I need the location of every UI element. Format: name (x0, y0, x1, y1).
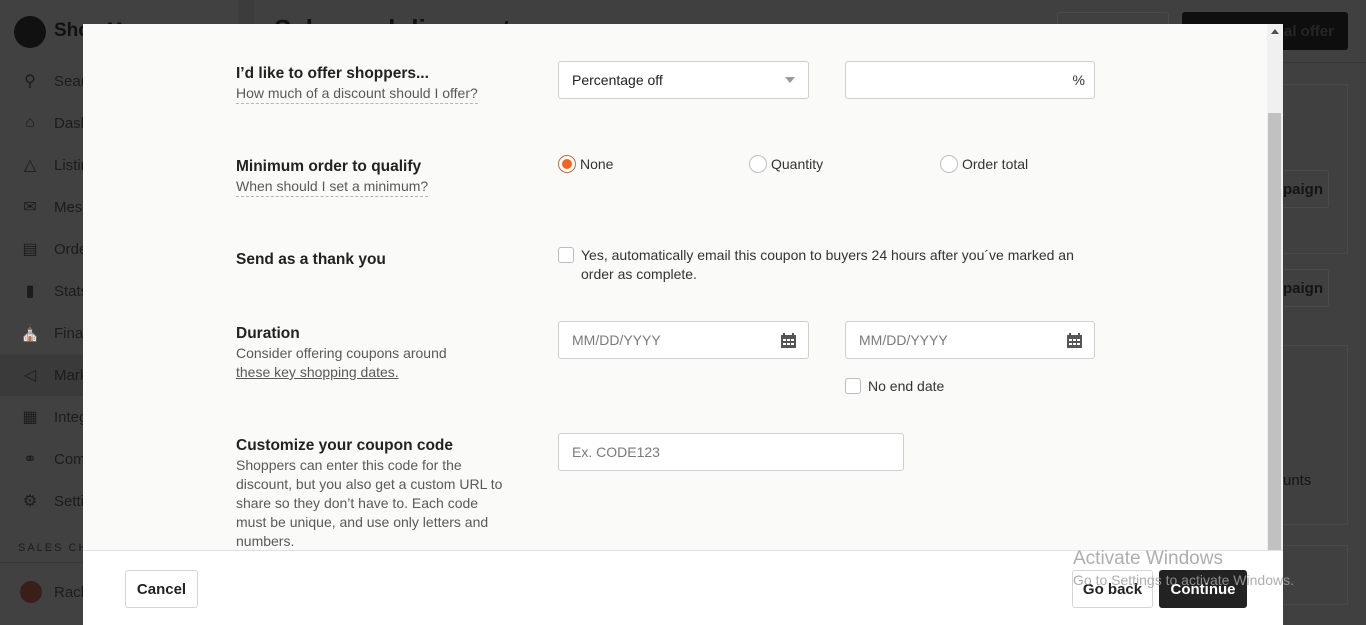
percent-suffix: % (1072, 72, 1085, 88)
header-divider (1283, 62, 1366, 63)
background-card (1283, 345, 1348, 525)
campaign-button-2[interactable]: paign (1283, 269, 1329, 307)
search-icon: ⚲ (24, 73, 36, 90)
minimum-label-group: Minimum order to qualify When should I s… (236, 157, 429, 197)
campaign-button-1[interactable]: paign (1283, 170, 1329, 208)
grid-icon: ▦ (22, 409, 38, 426)
megaphone-icon: ◁ (23, 367, 37, 384)
input-placeholder: MM/DD/YYYY (859, 332, 948, 348)
radio-checked-icon (558, 155, 576, 173)
thank-you-title: Send as a thank you (236, 251, 386, 268)
checkbox-label: No end date (868, 378, 945, 394)
discounts-link[interactable]: unts (1283, 472, 1311, 489)
coupon-code-label-group: Customize your coupon code Shoppers can … (236, 436, 511, 550)
offer-label-group: I’d like to offer shoppers... How much o… (236, 64, 478, 104)
modal-footer: Cancel Go back Continue (83, 550, 1283, 625)
discount-amount-input[interactable]: % (845, 61, 1095, 99)
checkbox-icon (845, 378, 861, 394)
coupon-code-desc: Shoppers can enter this code for the dis… (236, 457, 503, 549)
clipboard-icon: ▤ (22, 241, 38, 258)
calendar-icon[interactable] (1066, 332, 1083, 349)
radio-minimum-order-total[interactable]: Order total (940, 155, 1028, 173)
calendar-icon[interactable] (780, 332, 797, 349)
radio-label: None (580, 156, 614, 172)
discount-type-select[interactable]: Percentage off (558, 61, 809, 99)
envelope-icon: ✉ (23, 199, 37, 216)
shopping-dates-link[interactable]: these key shopping dates. (236, 364, 399, 380)
radio-label: Quantity (771, 156, 824, 172)
avatar (20, 581, 42, 603)
input-placeholder: MM/DD/YYYY (572, 332, 661, 348)
input-placeholder: Ex. CODE123 (572, 444, 660, 460)
thank-you-label-group: Send as a thank you (236, 250, 386, 270)
shop-logo-icon (14, 16, 46, 48)
continue-button[interactable]: Continue (1159, 570, 1247, 608)
modal-scrollbar[interactable] (1267, 24, 1283, 550)
bar-chart-icon: ▮ (25, 283, 35, 300)
background-card (1283, 545, 1348, 605)
minimum-help-link[interactable]: When should I set a minimum? (236, 177, 429, 197)
people-icon: ⚭ (23, 451, 37, 468)
duration-desc-text: Consider offering coupons around (236, 345, 447, 361)
checkbox-label: Yes, automatically email this coupon to … (581, 247, 1074, 282)
no-end-date-checkbox[interactable]: No end date (845, 377, 944, 396)
cancel-button[interactable]: Cancel (125, 570, 198, 608)
gear-icon: ⚙ (22, 493, 38, 510)
minimum-title: Minimum order to qualify (236, 158, 422, 175)
radio-unchecked-icon (749, 155, 767, 173)
end-date-input[interactable]: MM/DD/YYYY (845, 321, 1095, 359)
home-icon: ⌂ (25, 114, 35, 131)
scrollbar-thumb[interactable] (1268, 113, 1281, 550)
scroll-up-arrow-icon[interactable] (1271, 29, 1279, 34)
checkbox-icon (558, 247, 574, 263)
start-date-input[interactable]: MM/DD/YYYY (558, 321, 809, 359)
duration-title: Duration (236, 325, 300, 342)
chevron-down-icon (785, 77, 795, 83)
duration-desc: Consider offering coupons around these k… (236, 344, 511, 382)
coupon-code-input[interactable]: Ex. CODE123 (558, 433, 904, 471)
radio-minimum-none[interactable]: None (558, 155, 613, 173)
modal-body: I’d like to offer shoppers... How much o… (83, 24, 1267, 550)
thank-you-checkbox[interactable]: Yes, automatically email this coupon to … (558, 246, 1098, 284)
radio-unchecked-icon (940, 155, 958, 173)
offer-help-link[interactable]: How much of a discount should I offer? (236, 84, 478, 104)
background-card (1283, 84, 1348, 254)
go-back-button[interactable]: Go back (1072, 570, 1153, 608)
coupon-code-title: Customize your coupon code (236, 437, 454, 454)
shapes-icon: △ (23, 157, 37, 174)
select-value: Percentage off (572, 72, 663, 88)
offer-title: I’d like to offer shoppers... (236, 65, 429, 82)
radio-label: Order total (962, 156, 1029, 172)
radio-minimum-quantity[interactable]: Quantity (749, 155, 823, 173)
create-coupon-modal: I’d like to offer shoppers... How much o… (83, 24, 1283, 625)
bank-icon: ⛪ (20, 325, 40, 342)
duration-label-group: Duration Consider offering coupons aroun… (236, 324, 511, 382)
